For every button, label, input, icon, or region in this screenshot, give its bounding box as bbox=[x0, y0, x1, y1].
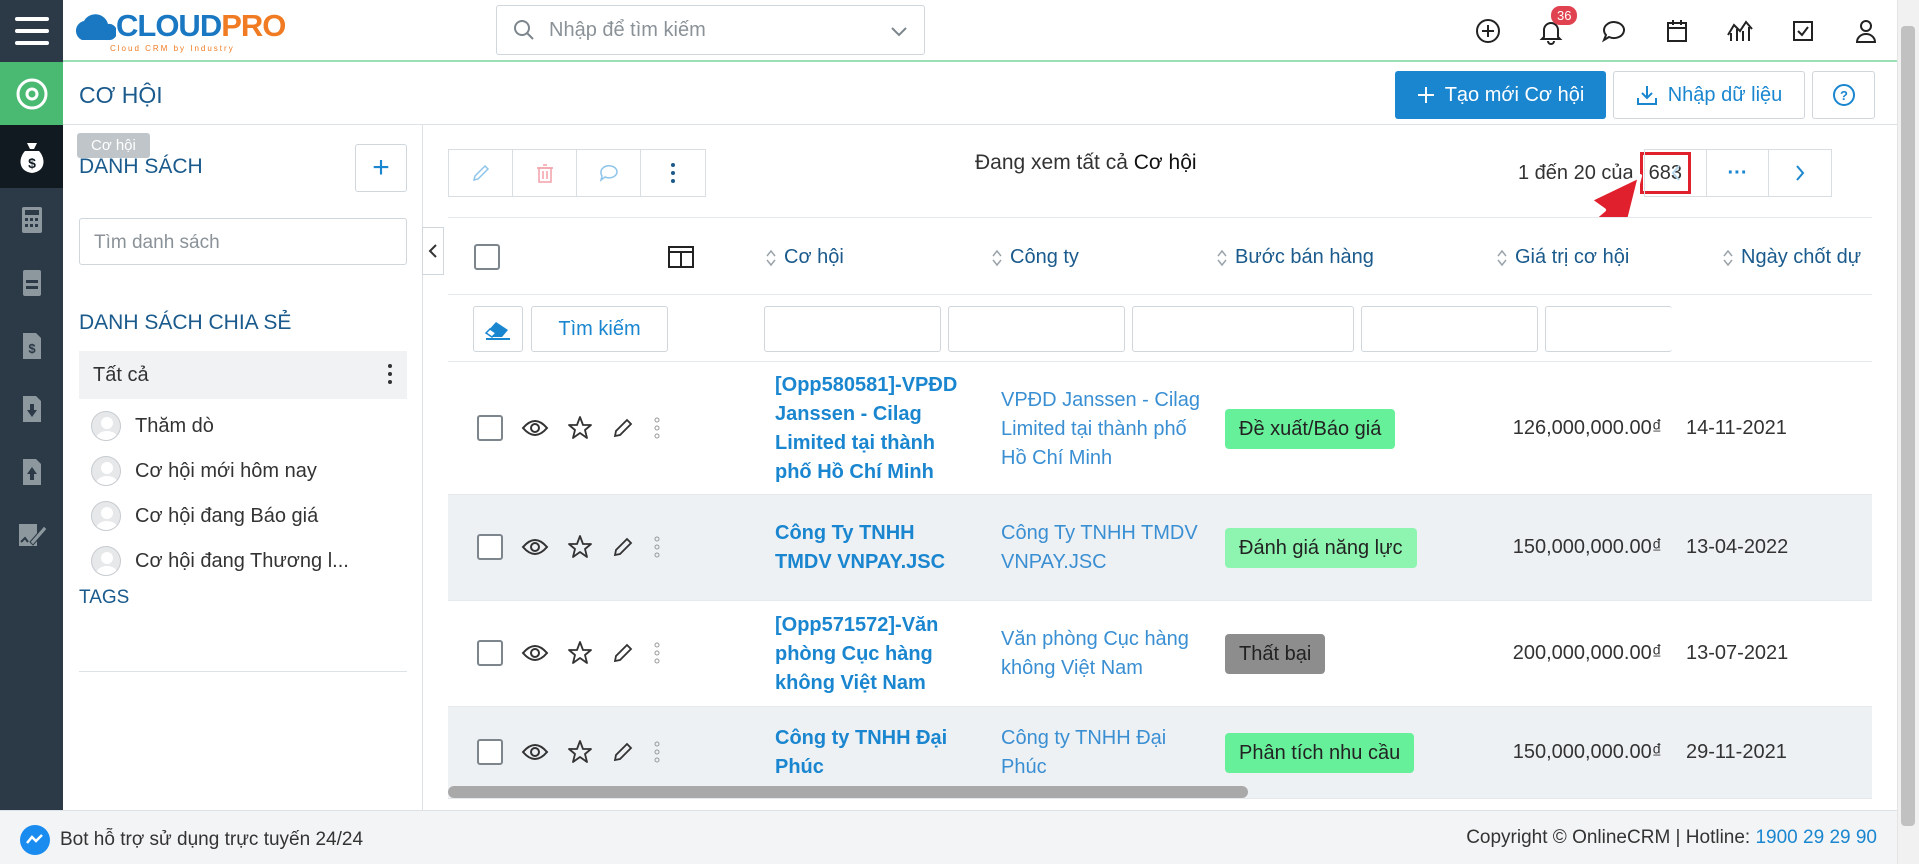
opportunity-value: 150,000,000.00₫ bbox=[1512, 741, 1662, 763]
more-vertical-icon[interactable] bbox=[653, 642, 661, 664]
star-icon[interactable] bbox=[567, 640, 593, 666]
opportunity-name-link[interactable]: [Opp571572]-Văn phòng Cục hàng không Việ… bbox=[775, 611, 965, 698]
star-icon[interactable] bbox=[567, 415, 593, 441]
horizontal-scrollbar[interactable] bbox=[448, 786, 1248, 798]
row-actions bbox=[477, 739, 661, 765]
pencil-icon[interactable] bbox=[611, 740, 635, 764]
scrollbar-thumb[interactable] bbox=[1901, 26, 1915, 826]
sales-stage-badge: Phân tích nhu cầu bbox=[1225, 733, 1415, 773]
hotline-link[interactable]: 1900 29 29 90 bbox=[1755, 827, 1877, 848]
support-bot-link[interactable]: Bot hỗ trợ sử dụng trực tuyến 24/24 bbox=[20, 825, 363, 855]
pencil-icon[interactable] bbox=[611, 416, 635, 440]
pencil-icon[interactable] bbox=[611, 641, 635, 665]
opportunity-value: 200,000,000.00₫ bbox=[1512, 642, 1662, 664]
sales-stage-badge: Đánh giá năng lực bbox=[1225, 528, 1417, 568]
company-link[interactable]: Văn phòng Cục hàng không Việt Nam bbox=[1001, 625, 1201, 683]
eye-icon[interactable] bbox=[521, 643, 549, 663]
pencil-icon[interactable] bbox=[611, 535, 635, 559]
opportunity-name-link[interactable]: [Opp580581]-VPĐD Janssen - Cilag Limited… bbox=[775, 371, 965, 487]
star-icon[interactable] bbox=[567, 534, 593, 560]
table-row[interactable]: [Opp571572]-Văn phòng Cục hàng không Việ… bbox=[448, 601, 1872, 707]
row-actions bbox=[477, 534, 661, 560]
opportunity-value: 150,000,000.00₫ bbox=[1512, 536, 1662, 558]
row-checkbox[interactable] bbox=[477, 415, 503, 441]
more-vertical-icon[interactable] bbox=[653, 741, 661, 763]
eye-icon[interactable] bbox=[521, 418, 549, 438]
footer: Bot hỗ trợ sử dụng trực tuyến 24/24 Copy… bbox=[0, 810, 1897, 864]
messenger-icon bbox=[20, 825, 50, 855]
copyright-text: Copyright © OnlineCRM | Hotline: 1900 29… bbox=[1466, 827, 1877, 848]
close-date: 29-11-2021 bbox=[1686, 741, 1787, 763]
sales-stage-badge: Đề xuất/Báo giá bbox=[1225, 409, 1396, 449]
row-checkbox[interactable] bbox=[477, 739, 503, 765]
table-row[interactable]: Công Ty TNHH TMDV VNPAY.JSC Công Ty TNHH … bbox=[448, 495, 1872, 601]
close-date: 13-04-2022 bbox=[1686, 536, 1789, 558]
row-actions bbox=[477, 415, 661, 441]
close-date: 13-07-2021 bbox=[1686, 642, 1789, 664]
opportunity-value: 126,000,000.00₫ bbox=[1512, 417, 1662, 439]
table-row[interactable]: [Opp580581]-VPĐD Janssen - Cilag Limited… bbox=[448, 363, 1872, 495]
company-link[interactable]: Công ty TNHH Đại Phúc bbox=[1001, 724, 1201, 782]
row-checkbox[interactable] bbox=[477, 534, 503, 560]
more-vertical-icon[interactable] bbox=[653, 536, 661, 558]
more-vertical-icon[interactable] bbox=[653, 417, 661, 439]
eye-icon[interactable] bbox=[521, 537, 549, 557]
row-checkbox[interactable] bbox=[477, 640, 503, 666]
company-link[interactable]: VPĐD Janssen - Cilag Limited tại thành p… bbox=[1001, 386, 1201, 473]
eye-icon[interactable] bbox=[521, 742, 549, 762]
opportunity-name-link[interactable]: Công ty TNHH Đại Phúc bbox=[775, 724, 965, 782]
star-icon[interactable] bbox=[567, 739, 593, 765]
close-date: 14-11-2021 bbox=[1686, 417, 1787, 439]
sales-stage-badge: Thất bại bbox=[1225, 634, 1326, 674]
vertical-scrollbar[interactable] bbox=[1897, 0, 1919, 864]
support-bot-text: Bot hỗ trợ sử dụng trực tuyến 24/24 bbox=[60, 829, 364, 850]
row-actions bbox=[477, 640, 661, 666]
company-link[interactable]: Công Ty TNHH TMDV VNPAY.JSC bbox=[1001, 519, 1201, 577]
opportunity-name-link[interactable]: Công Ty TNHH TMDV VNPAY.JSC bbox=[775, 519, 965, 577]
